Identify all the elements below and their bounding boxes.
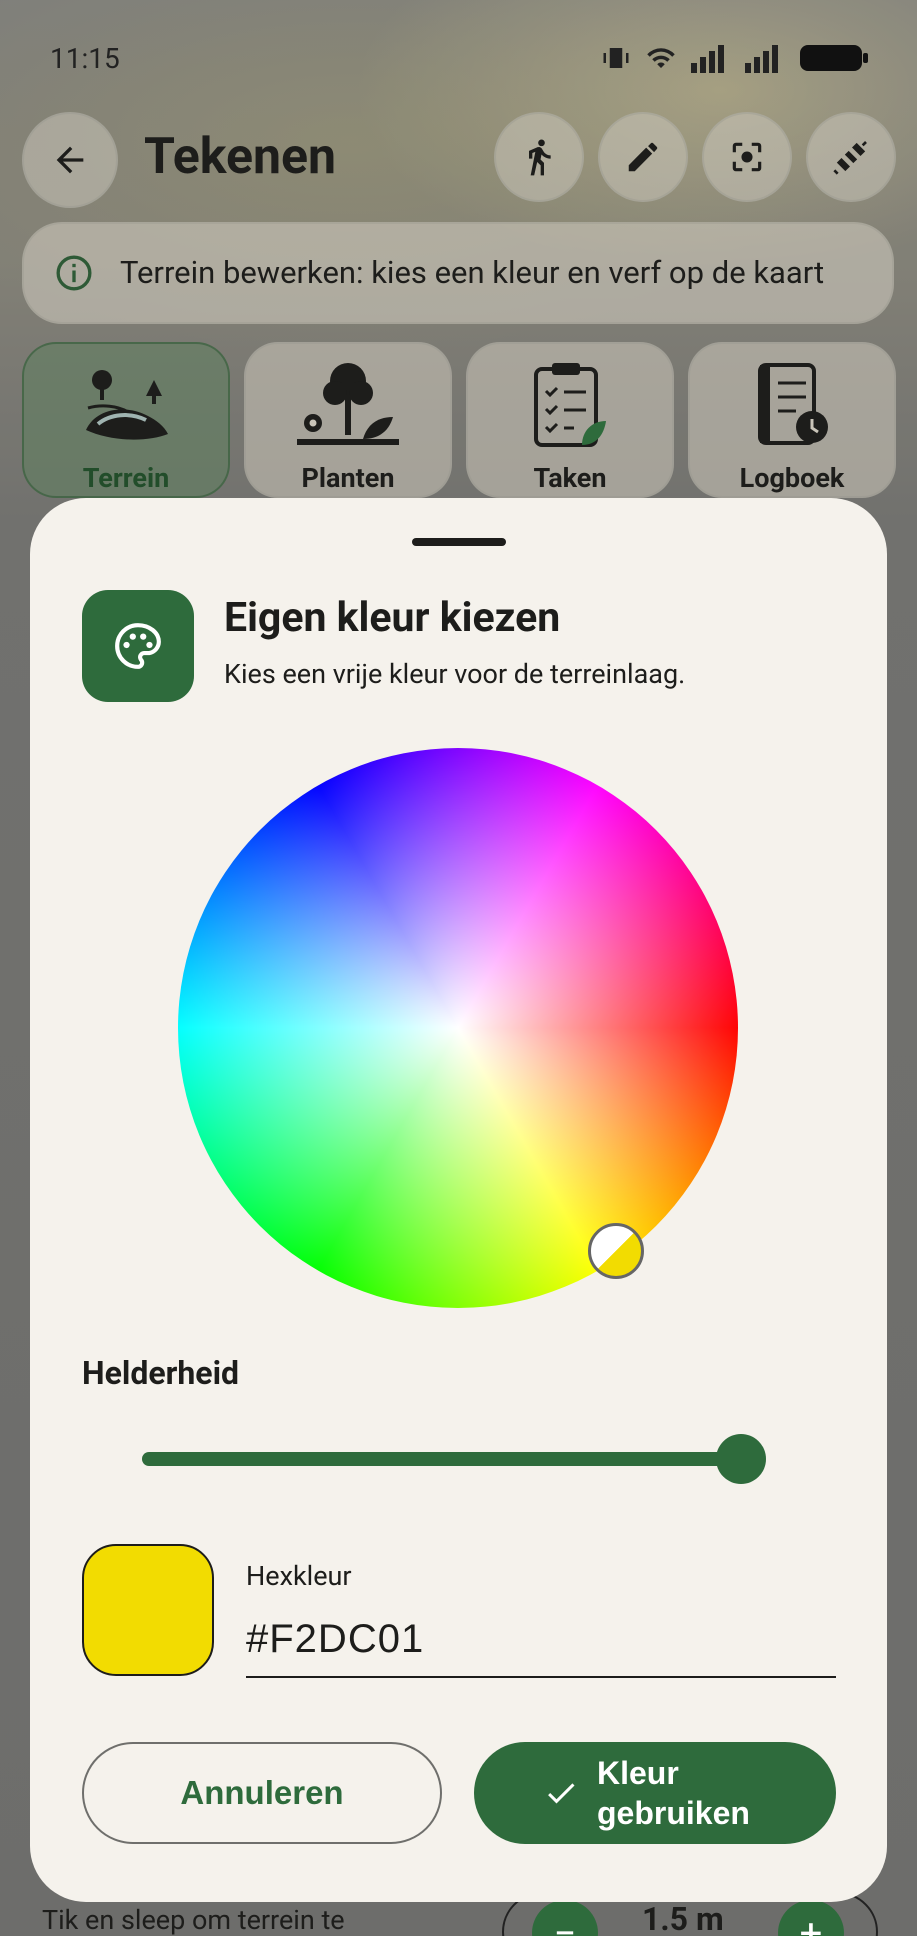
wifi-icon <box>647 48 675 68</box>
pencil-icon <box>628 142 658 172</box>
back-button[interactable] <box>22 112 118 208</box>
vibrate-icon <box>603 48 629 68</box>
drag-handle[interactable] <box>412 538 506 546</box>
tab-label: Logboek <box>739 462 845 494</box>
info-banner: Terrein bewerken: kies een kleur en verf… <box>22 222 894 324</box>
palette-icon <box>115 623 161 669</box>
tab-terrein[interactable]: Terrein <box>22 342 230 498</box>
tab-label: Terrein <box>82 462 170 494</box>
arrow-left-icon <box>56 146 84 174</box>
info-banner-text: Terrein bewerken: kies een kleur en verf… <box>120 254 825 291</box>
sheet-title: Eigen kleur kiezen <box>224 594 561 642</box>
focus-button[interactable] <box>702 112 792 202</box>
color-wheel-knob[interactable] <box>588 1223 644 1279</box>
signal-icon <box>745 45 778 73</box>
use-color-label: Kleur gebruiken <box>597 1755 750 1831</box>
brush-size-value: 1.5 m <box>642 1900 724 1936</box>
brightness-label: Helderheid <box>82 1354 240 1392</box>
plants-icon <box>297 363 399 445</box>
signal-icon <box>691 45 724 73</box>
status-icons <box>601 42 869 74</box>
tab-taken[interactable]: Taken <box>466 342 674 498</box>
tab-logboek[interactable]: Logboek <box>688 342 896 498</box>
color-preview-swatch <box>82 1544 214 1676</box>
satellite-button[interactable] <box>806 112 896 202</box>
use-color-button[interactable]: Kleur gebruiken <box>474 1742 836 1844</box>
hex-label: Hexkleur <box>246 1560 352 1592</box>
logbook-icon <box>758 363 828 445</box>
status-time: 11:15 <box>50 42 120 75</box>
walk-icon <box>529 139 551 176</box>
info-icon <box>56 255 92 291</box>
brightness-slider-thumb[interactable] <box>716 1434 766 1484</box>
draw-button[interactable] <box>598 112 688 202</box>
clipboard-icon <box>534 363 606 447</box>
tab-label: Planten <box>301 462 395 494</box>
terrain-icon <box>86 370 168 440</box>
sheet-subtitle: Kies een vrije kleur voor de terreinlaag… <box>224 658 686 690</box>
bottom-hint-text: Tik en sleep om terrein te <box>42 1904 345 1936</box>
tab-planten[interactable]: Planten <box>244 342 452 498</box>
battery-icon <box>800 45 868 71</box>
focus-icon <box>732 142 762 172</box>
page-title: Tekenen <box>144 128 337 186</box>
satellite-icon <box>833 141 867 175</box>
tab-label: Taken <box>533 462 607 494</box>
brightness-slider-track[interactable] <box>142 1452 762 1466</box>
palette-icon-tile <box>82 590 194 702</box>
hex-input[interactable] <box>246 1602 836 1678</box>
cancel-button[interactable]: Annuleren <box>82 1742 442 1844</box>
color-picker-sheet: Eigen kleur kiezen Kies een vrije kleur … <box>30 498 887 1902</box>
walk-button[interactable] <box>494 112 584 202</box>
saturation-overlay <box>178 748 738 1308</box>
color-wheel[interactable] <box>178 748 738 1308</box>
check-icon <box>548 1783 575 1804</box>
